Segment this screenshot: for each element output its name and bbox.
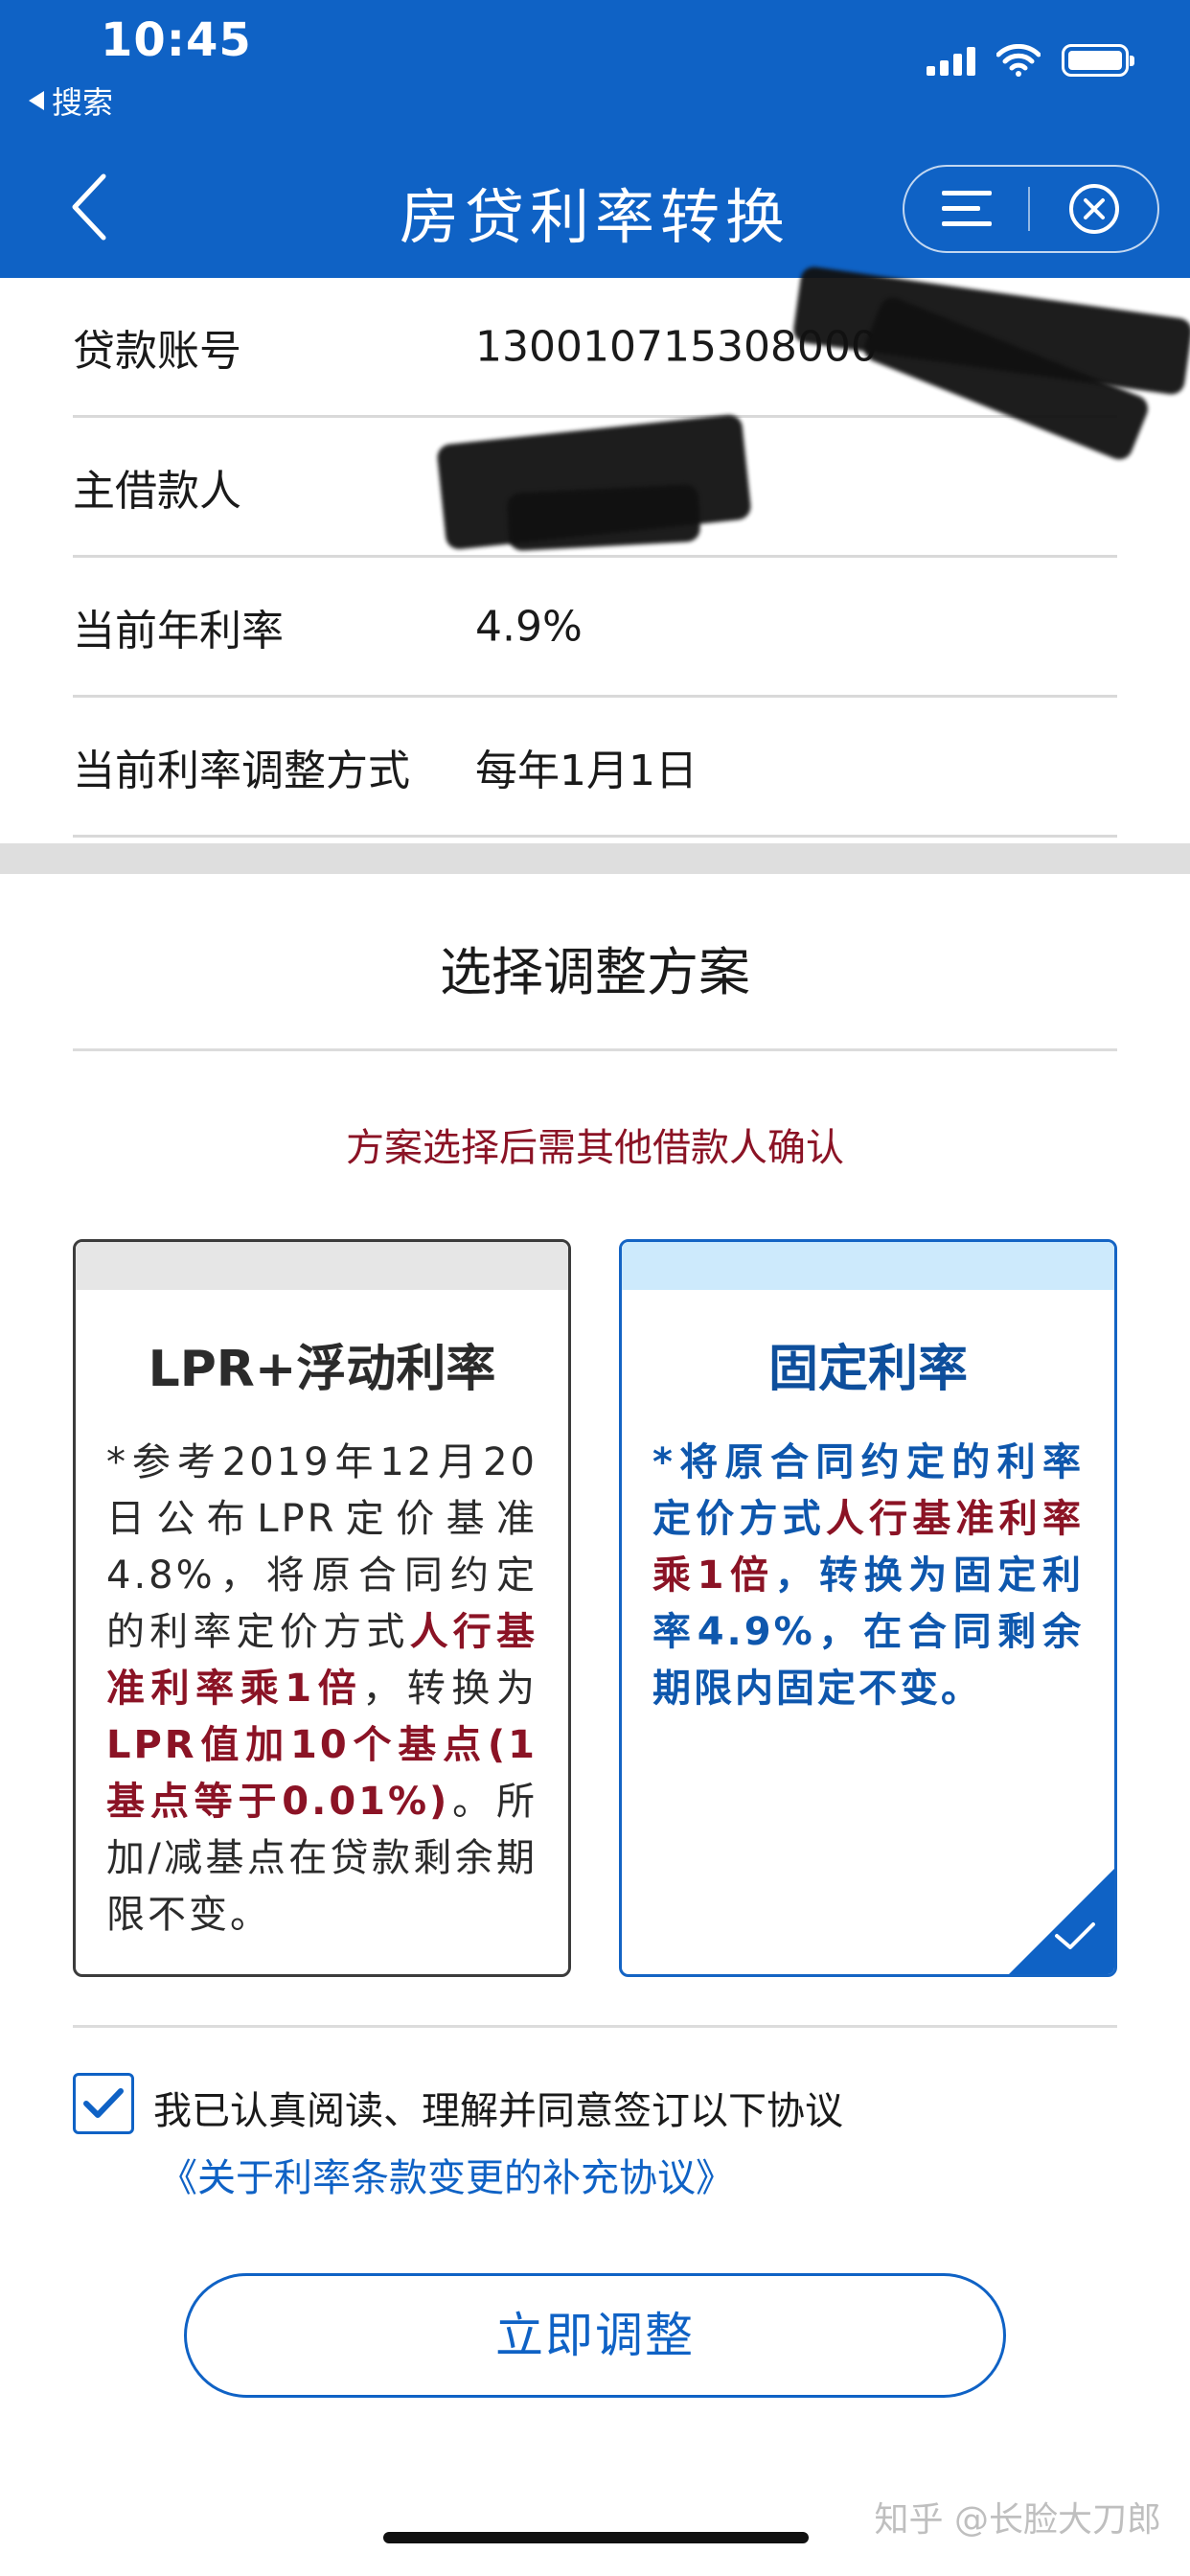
section-separator <box>0 843 1190 874</box>
status-back-to-search[interactable]: 搜索 <box>29 79 113 123</box>
rate-label: 当前年利率 <box>73 606 284 656</box>
divider <box>73 2025 1117 2028</box>
agreement-link[interactable]: 《关于利率条款变更的补充协议》 <box>159 2147 734 2202</box>
agreement-text: 我已认真阅读、理解并同意签订以下协议 <box>153 2089 843 2133</box>
option-title-lpr: LPR+浮动利率 <box>148 1341 496 1398</box>
info-row-adjust-mode: 当前利率调整方式 每年1月1日 <box>73 698 1117 838</box>
app-header: 10:45 搜索 房贷利率转换 <box>0 0 1190 278</box>
agreement-checkbox[interactable] <box>73 2073 134 2134</box>
rate-value: 4.9% <box>475 602 583 651</box>
account-label: 贷款账号 <box>73 326 241 376</box>
battery-icon <box>1062 44 1134 77</box>
option-card-fixed[interactable]: 固定利率 *将原合同约定的利率定价方式人行基准利率乘1倍，转换为固定利率4.9%… <box>619 1239 1117 1977</box>
info-row-rate: 当前年利率 4.9% <box>73 558 1117 698</box>
adjust-mode-label: 当前利率调整方式 <box>73 746 410 795</box>
borrower-label: 主借款人 <box>73 466 241 516</box>
adjust-now-button[interactable]: 立即调整 <box>184 2273 1006 2398</box>
checkmark-icon <box>83 2088 124 2118</box>
redaction-mark <box>506 483 701 552</box>
status-icons <box>927 44 1134 77</box>
plan-section-title: 选择调整方案 <box>440 942 750 1002</box>
wifi-icon <box>996 44 1041 77</box>
status-back-label: 搜索 <box>52 84 114 121</box>
home-indicator[interactable] <box>383 2532 809 2543</box>
signal-icon <box>927 45 975 76</box>
watermark: 知乎 @长脸大刀郎 <box>874 2500 1161 2540</box>
option-title-fixed: 固定利率 <box>767 1341 968 1398</box>
back-triangle-icon <box>29 91 44 110</box>
option-card-lpr[interactable]: LPR+浮动利率 *参考2019年12月20日公布LPR定价基准4.8%，将原合… <box>73 1239 571 1977</box>
plan-notice: 方案选择后需其他借款人确认 <box>346 1126 844 1170</box>
option-desc-lpr: *参考2019年12月20日公布LPR定价基准4.8%，将原合同约定的利率定价方… <box>106 1440 538 1937</box>
menu-icon <box>941 191 992 226</box>
menu-button[interactable] <box>904 167 1028 251</box>
option-desc-fixed: *将原合同约定的利率定价方式人行基准利率乘1倍，转换为固定利率4.9%，在合同剩… <box>652 1440 1085 1711</box>
status-time: 10:45 <box>101 13 252 67</box>
miniapp-capsule <box>903 165 1159 253</box>
checkmark-icon <box>1055 1922 1095 1949</box>
adjust-mode-value: 每年1月1日 <box>475 746 698 795</box>
divider <box>73 1048 1117 1051</box>
close-circle-icon <box>1068 184 1119 234</box>
close-button[interactable] <box>1030 167 1157 251</box>
